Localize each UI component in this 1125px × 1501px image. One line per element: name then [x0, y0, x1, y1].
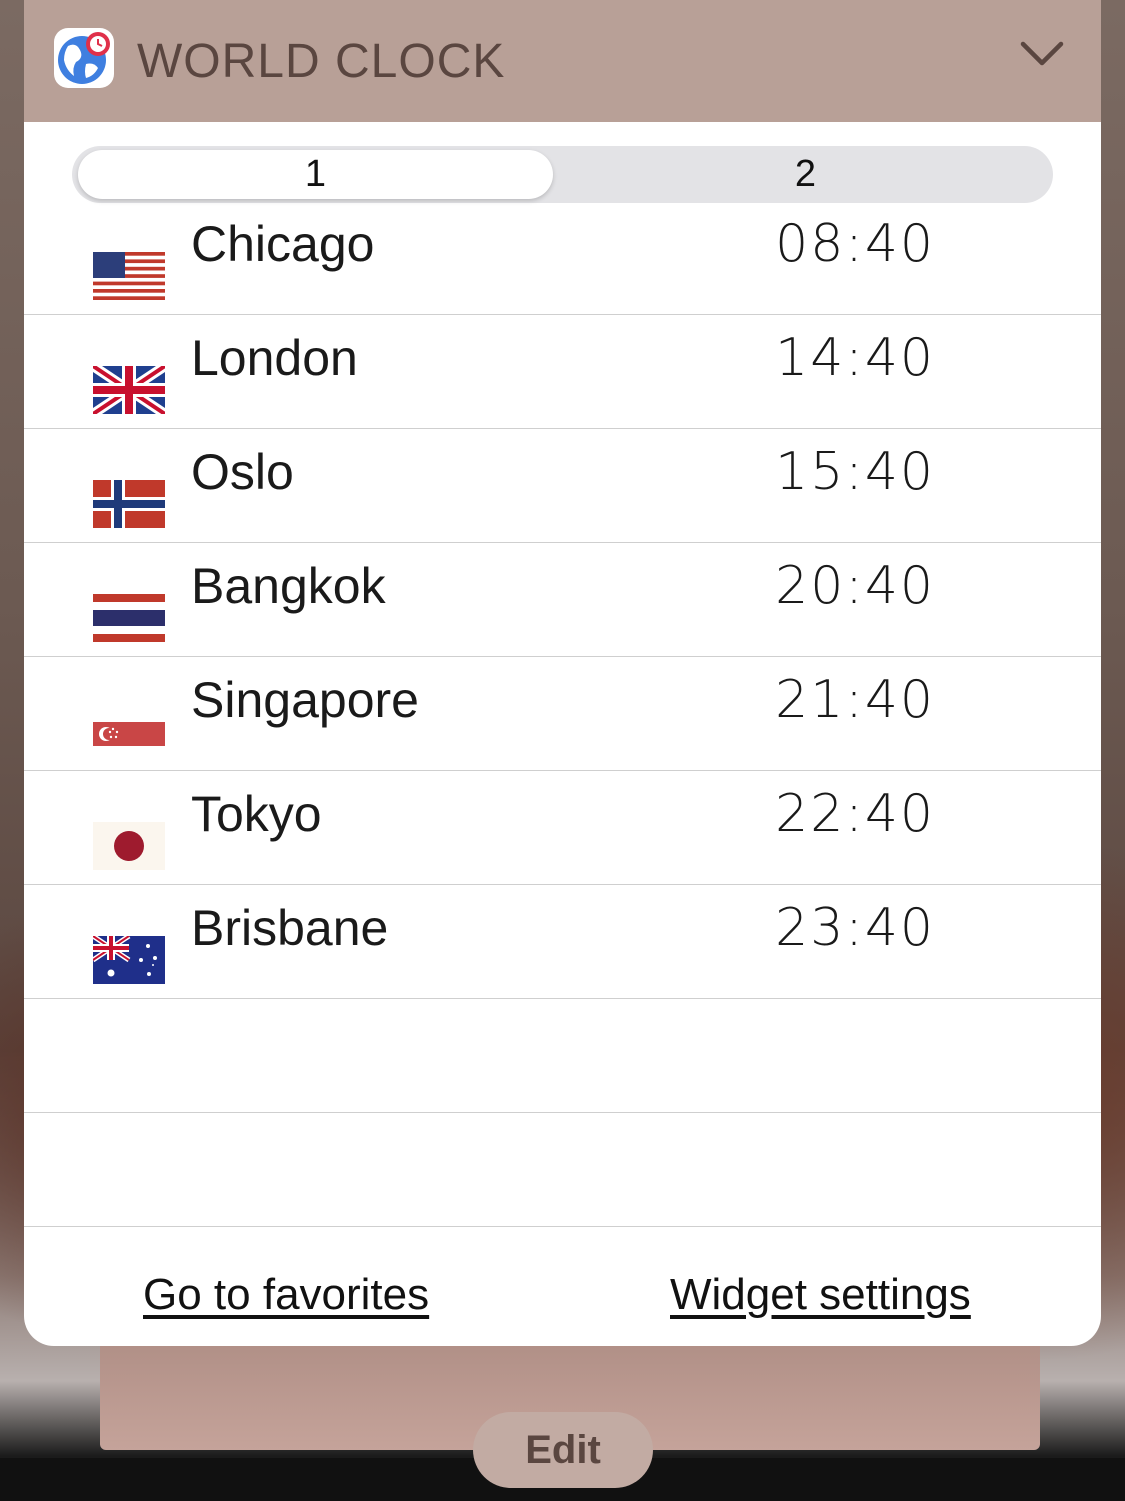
- singapore-flag-icon: [93, 708, 165, 756]
- clock-row[interactable]: Chicago 08:40: [24, 200, 1101, 315]
- tab-page-2[interactable]: 2: [564, 150, 1047, 199]
- empty-row: [24, 1112, 1101, 1227]
- city-name: Chicago: [191, 216, 375, 272]
- city-time: 14:40: [775, 328, 935, 388]
- go-to-favorites-link[interactable]: Go to favorites: [143, 1270, 429, 1320]
- australia-flag-icon: [91, 933, 165, 984]
- widget-title: WORLD CLOCK: [137, 35, 506, 88]
- city-time: 23:40: [775, 898, 935, 958]
- thailand-flag-icon: [93, 594, 165, 642]
- city-time: 15:40: [775, 442, 935, 502]
- clock-row[interactable]: Tokyo 22:40: [24, 770, 1101, 885]
- clock-row[interactable]: Oslo 15:40: [24, 428, 1101, 543]
- clock-row[interactable]: Bangkok 20:40: [24, 542, 1101, 657]
- usa-flag-icon: [93, 252, 165, 300]
- norway-flag-icon: [93, 480, 165, 528]
- uk-flag-icon: [90, 361, 168, 419]
- edit-button[interactable]: Edit: [473, 1412, 653, 1488]
- widget-header[interactable]: WORLD CLOCK: [24, 0, 1101, 122]
- city-time: 08:40: [775, 214, 935, 274]
- world-clock-widget: WORLD CLOCK 1 2 Chicago 08:40 London 14:…: [24, 0, 1101, 1346]
- clock-row[interactable]: London 14:40: [24, 314, 1101, 429]
- city-name: Brisbane: [191, 900, 389, 956]
- city-name: London: [191, 330, 358, 386]
- widget-settings-link[interactable]: Widget settings: [670, 1270, 971, 1320]
- city-time: 21:40: [775, 670, 935, 730]
- city-time: 22:40: [775, 784, 935, 844]
- page-segmented-control: 1 2: [72, 146, 1053, 203]
- city-time: 20:40: [775, 556, 935, 616]
- globe-clock-icon: [54, 28, 114, 88]
- clock-row[interactable]: Singapore 21:40: [24, 656, 1101, 771]
- clock-row[interactable]: Brisbane 23:40: [24, 884, 1101, 999]
- empty-row: [24, 998, 1101, 1113]
- chevron-down-icon[interactable]: [1020, 38, 1064, 70]
- city-name: Bangkok: [191, 558, 386, 614]
- tab-page-1[interactable]: 1: [78, 150, 553, 199]
- japan-flag-icon: [93, 822, 165, 870]
- city-name: Tokyo: [191, 786, 322, 842]
- city-name: Singapore: [191, 672, 419, 728]
- city-name: Oslo: [191, 444, 294, 500]
